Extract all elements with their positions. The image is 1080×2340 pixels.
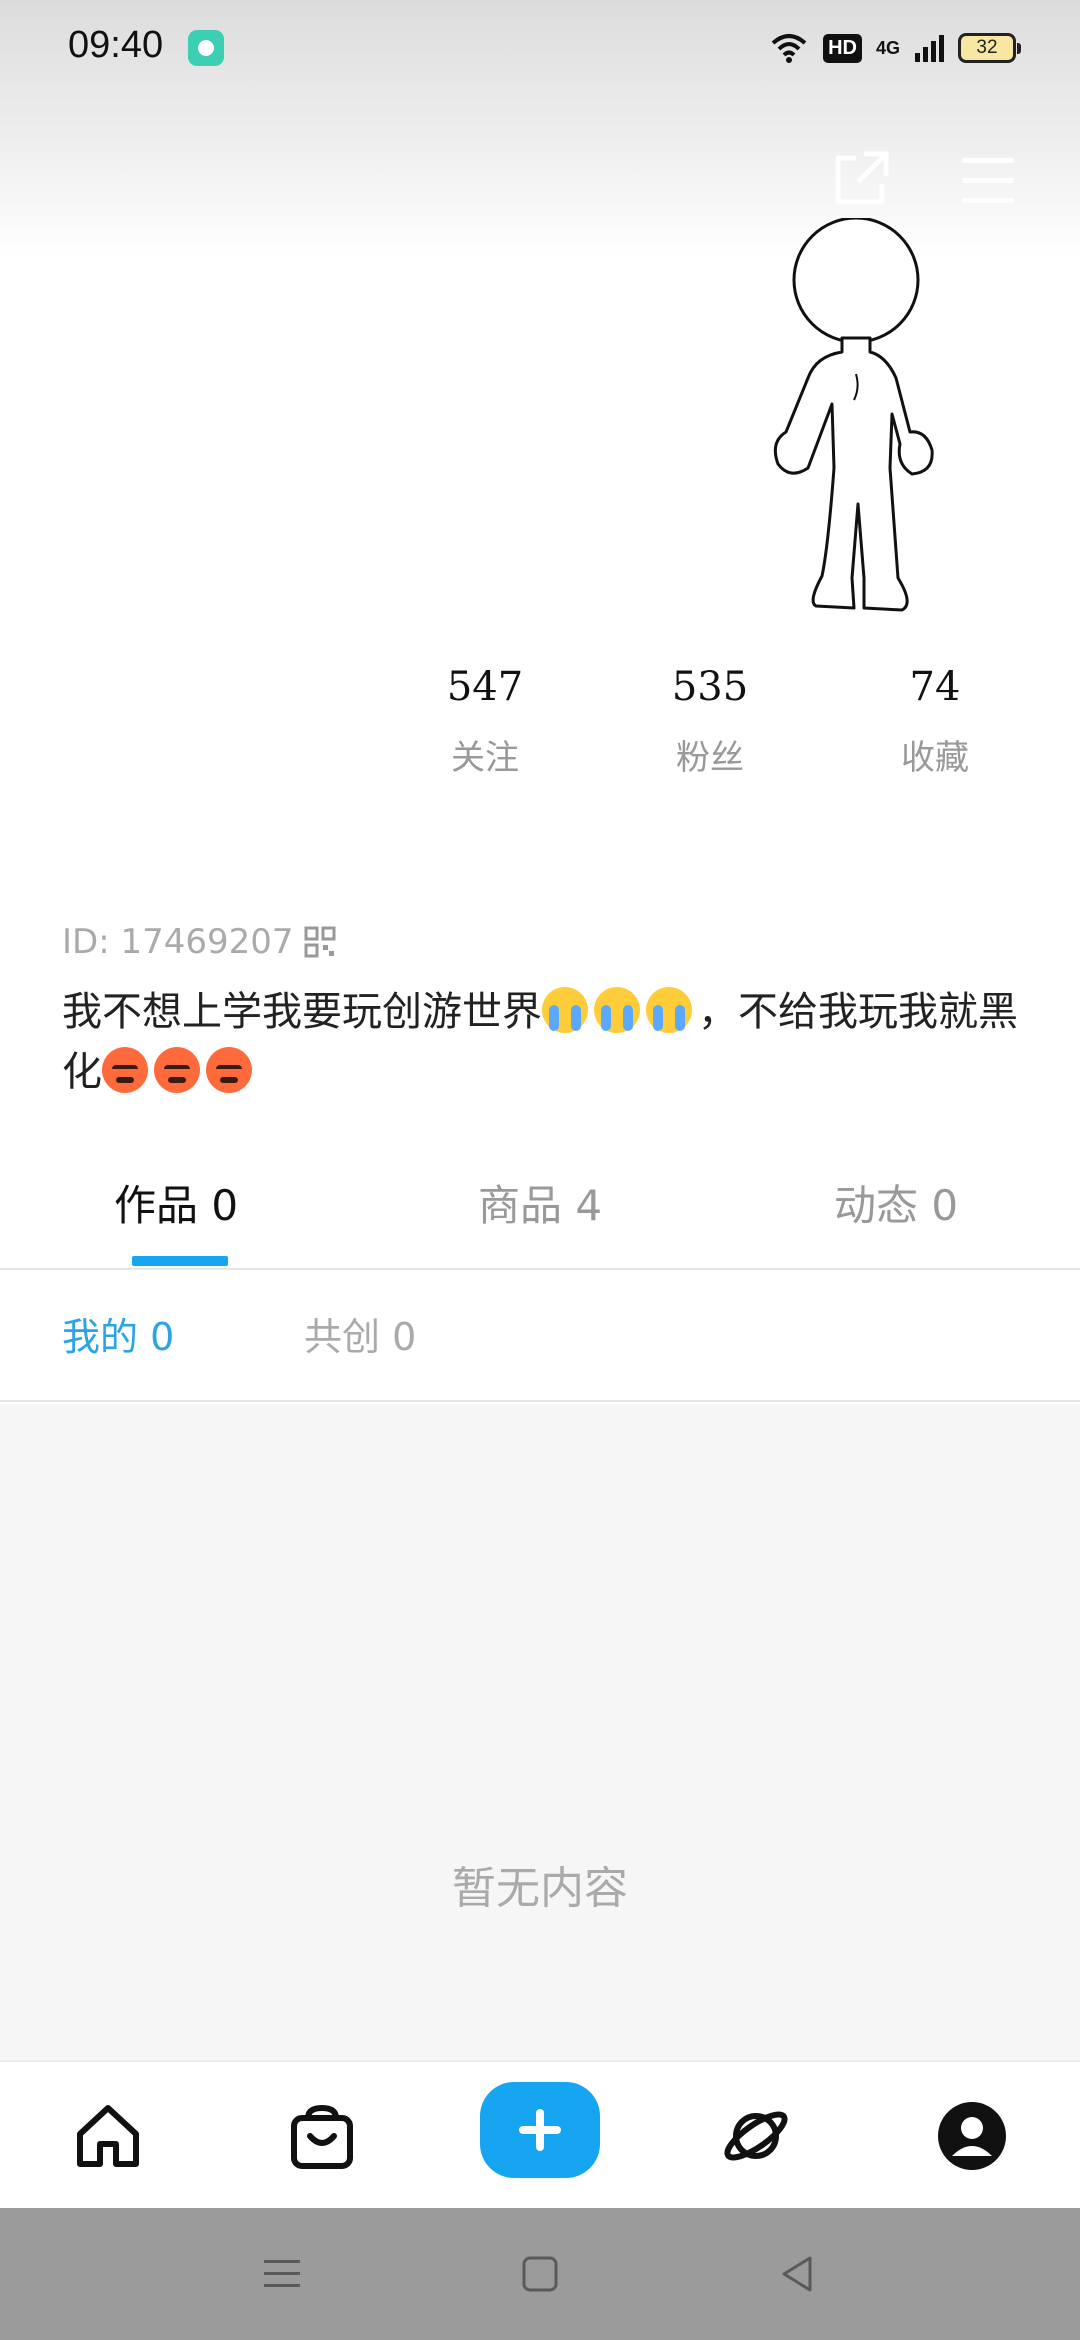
home-icon: [77, 2105, 139, 2167]
avatar-figure[interactable]: [756, 218, 956, 618]
stat-label: 收藏: [901, 738, 969, 778]
angry-emoji-icon: [102, 1047, 148, 1093]
user-id[interactable]: ID: 17469207: [62, 922, 336, 962]
stat-value: 547: [446, 664, 524, 710]
wifi-icon: [771, 34, 807, 63]
stat-followers[interactable]: 535 粉丝: [635, 664, 785, 779]
add-icon: [519, 2109, 561, 2151]
qr-code-icon[interactable]: [304, 926, 336, 958]
share-icon[interactable]: [828, 148, 892, 212]
system-menu-icon[interactable]: [258, 2250, 306, 2298]
network-type: 4G: [875, 37, 900, 58]
hd-badge: HD: [823, 33, 862, 63]
nav-explore[interactable]: [718, 2098, 794, 2174]
user-id-text: ID: 17469207: [62, 922, 294, 962]
angry-emoji-icon: [206, 1047, 252, 1093]
menu-icon[interactable]: [956, 148, 1020, 212]
battery-icon: 32: [958, 33, 1021, 63]
empty-state-text: 暂无内容: [452, 1863, 628, 1914]
battery-level: 32: [976, 37, 998, 58]
profile-bio: 我不想上学我要玩创游世界 ，不给我玩我就黑化: [62, 982, 1022, 1102]
tab-works[interactable]: 作品 0: [114, 1172, 238, 1233]
sub-tabs: 我的 0 共创 0: [0, 1272, 1080, 1402]
nav-shop[interactable]: [284, 2098, 360, 2174]
signal-icon: [915, 35, 944, 62]
nav-profile[interactable]: [934, 2098, 1010, 2174]
planet-icon: [724, 2111, 788, 2161]
subtab-cocreate[interactable]: 共创 0: [304, 1306, 416, 1361]
content-area: 暂无内容: [0, 1404, 1080, 2060]
stat-label: 粉丝: [676, 738, 744, 778]
crying-emoji-icon: [542, 987, 588, 1033]
bottom-nav: [0, 2060, 1080, 2208]
stat-value: 535: [671, 664, 749, 710]
crying-emoji-icon: [594, 987, 640, 1033]
main-tabs: 作品 0 商品 4 动态 0: [0, 1160, 1080, 1270]
profile-stats: 547 关注 535 粉丝 74 收藏: [410, 664, 1010, 779]
tab-products[interactable]: 商品 4: [478, 1172, 602, 1233]
angry-emoji-icon: [154, 1047, 200, 1093]
bio-text-part1: 我不想上学我要玩创游世界: [62, 989, 542, 1035]
crying-emoji-icon: [646, 987, 692, 1033]
music-app-icon: [188, 30, 224, 66]
profile-icon: [938, 2102, 1006, 2170]
shop-bag-icon: [291, 2104, 353, 2169]
nav-home[interactable]: [70, 2098, 146, 2174]
stat-favorites[interactable]: 74 收藏: [860, 664, 1010, 779]
tab-activity[interactable]: 动态 0: [834, 1172, 958, 1233]
status-time: 09:40: [68, 24, 164, 66]
system-nav-bar: [0, 2208, 1080, 2340]
stat-label: 关注: [451, 738, 519, 778]
system-back-icon[interactable]: [774, 2250, 822, 2298]
stat-value: 74: [909, 664, 961, 710]
status-indicators: HD 4G 32: [769, 26, 1021, 70]
add-button[interactable]: [480, 2082, 600, 2178]
active-tab-indicator: [132, 1256, 228, 1266]
system-home-icon[interactable]: [516, 2250, 564, 2298]
header-actions: [828, 148, 1020, 212]
status-bar: 09:40 HD 4G 32: [0, 0, 1080, 96]
subtab-mine[interactable]: 我的 0: [62, 1306, 174, 1361]
stat-following[interactable]: 547 关注: [410, 664, 560, 779]
